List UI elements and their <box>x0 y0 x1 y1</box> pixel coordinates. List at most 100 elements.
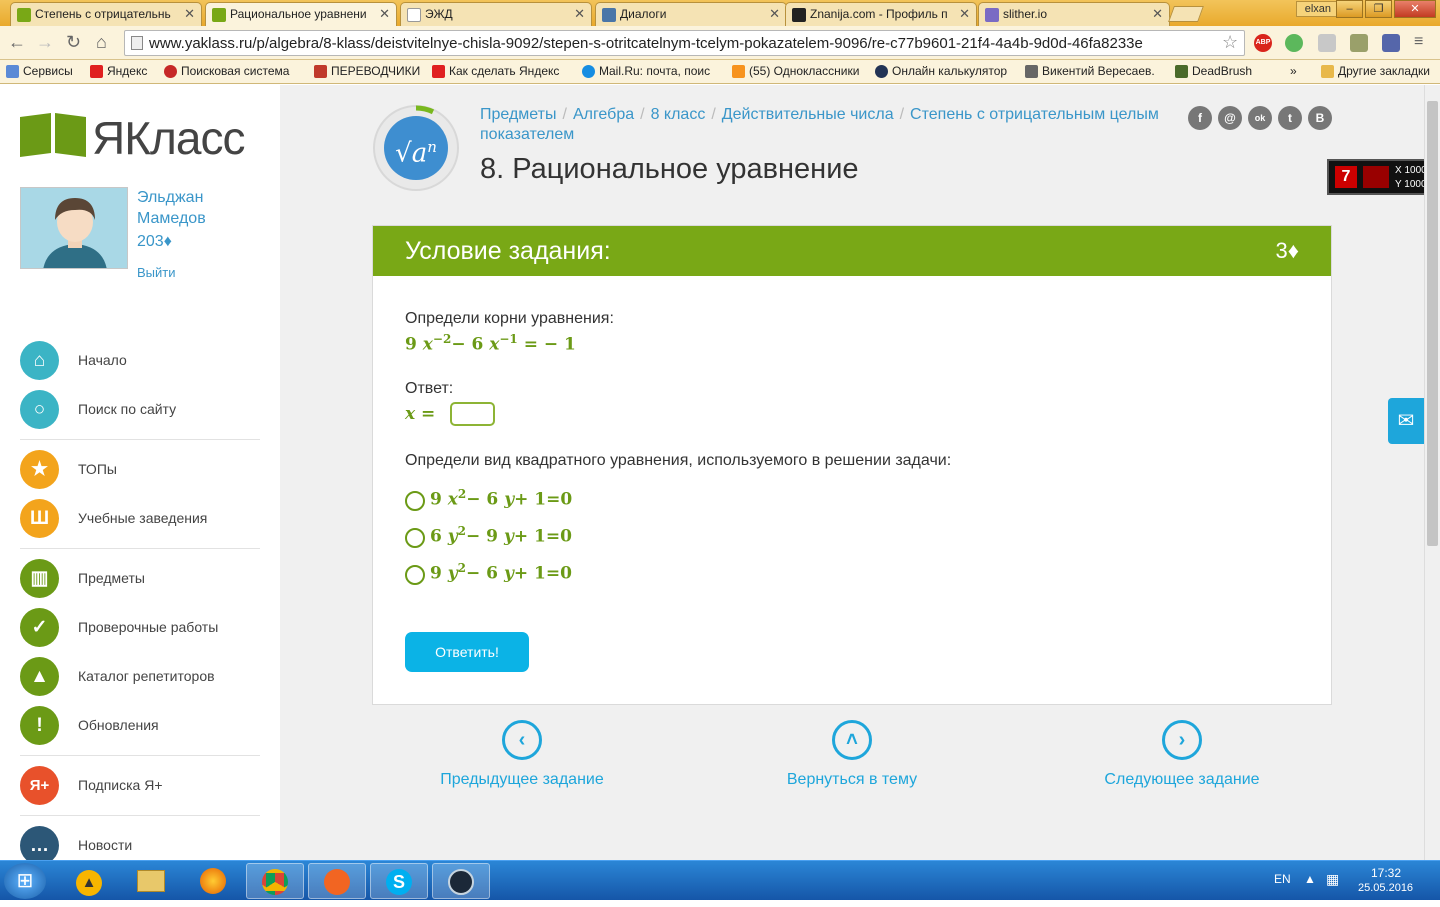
extension-figure-icon[interactable] <box>1350 34 1368 52</box>
other-bookmarks-folder[interactable]: Другие закладки <box>1321 64 1430 78</box>
steam-taskbar-icon[interactable] <box>432 863 490 899</box>
extension-grid-icon[interactable] <box>1318 34 1336 52</box>
file-explorer-taskbar-icon[interactable] <box>122 863 180 899</box>
firefox-taskbar-icon[interactable] <box>184 863 242 899</box>
menu-item-updates[interactable]: ! Обновления <box>20 706 260 746</box>
sidebar: ЯКласс Эльджан Мамедов 203♦ Выйти ⌂ Начало… <box>0 85 280 860</box>
answer-input[interactable] <box>450 402 495 426</box>
maximize-icon[interactable]: ❐ <box>1365 0 1392 18</box>
odnoklassniki-share-icon[interactable]: ok <box>1248 106 1272 130</box>
menu-icon[interactable]: ≡ <box>1414 32 1423 52</box>
skype-taskbar-icon[interactable]: S <box>370 863 428 899</box>
browser-tab[interactable]: ЭЖД ✕ <box>400 2 592 26</box>
more-bookmarks-button[interactable]: » <box>1290 64 1297 78</box>
close-tab-icon[interactable]: ✕ <box>184 6 195 22</box>
chrome-taskbar-icon[interactable] <box>246 863 304 899</box>
new-tab-button[interactable] <box>1168 6 1204 22</box>
yaklass-logo-icon[interactable] <box>20 113 86 157</box>
mailru-share-icon[interactable]: @ <box>1218 106 1242 130</box>
avatar[interactable] <box>20 187 128 269</box>
language-indicator[interactable]: EN <box>1274 872 1291 886</box>
next-task-link[interactable]: › Следующее задание <box>1052 720 1312 789</box>
network-icon[interactable]: ▦ <box>1326 871 1339 888</box>
bookmark-item[interactable]: Как сделать Яндекс <box>432 64 559 78</box>
browser-tab[interactable]: Степень с отрицательнь ✕ <box>10 2 202 26</box>
reload-icon[interactable]: ↻ <box>66 32 81 52</box>
menu-item-tops[interactable]: ★ ТОПы <box>20 450 260 490</box>
menu-item-tests[interactable]: ✓ Проверочные работы <box>20 608 260 648</box>
extension-flag-icon[interactable] <box>1382 34 1400 52</box>
close-tab-icon[interactable]: ✕ <box>1152 6 1163 22</box>
menu-item-subscription[interactable]: Я+ Подписка Я+ <box>20 766 260 806</box>
clock-time[interactable]: 17:32 <box>1371 866 1401 880</box>
option-radio[interactable] <box>405 528 425 548</box>
user-coins: 203♦ <box>137 233 172 250</box>
menu-item-news[interactable]: … Новости <box>20 826 260 860</box>
bookmark-item[interactable]: (55) Одноклассники <box>732 64 859 78</box>
option-radio[interactable] <box>405 491 425 511</box>
start-button-icon[interactable]: ⊞ <box>4 863 46 899</box>
znanija-favicon-icon <box>792 8 806 22</box>
tray-expand-icon[interactable]: ▲ <box>1304 872 1316 886</box>
close-tab-icon[interactable]: ✕ <box>769 6 780 22</box>
logout-link[interactable]: Выйти <box>137 265 176 280</box>
bookmark-item[interactable]: Яндекс <box>90 64 147 78</box>
close-tab-icon[interactable]: ✕ <box>379 6 390 22</box>
bookmark-item[interactable]: Онлайн калькулятор <box>875 64 1007 78</box>
media-player-taskbar-icon[interactable] <box>308 863 366 899</box>
user-name[interactable]: Эльджан Мамедов <box>137 187 206 229</box>
browser-user-label[interactable]: elxan <box>1295 1 1340 17</box>
browser-tab-active[interactable]: Рациональное уравнени ✕ <box>205 2 397 26</box>
browser-tab[interactable]: slither.io ✕ <box>978 2 1170 26</box>
forward-arrow-icon[interactable]: → <box>36 32 54 52</box>
close-tab-icon[interactable]: ✕ <box>959 6 970 22</box>
site-logo-text[interactable]: ЯКласс <box>92 111 245 165</box>
browser-tab[interactable]: Znanija.com - Профиль п ✕ <box>785 2 977 26</box>
address-bar[interactable]: www.yaklass.ru/p/algebra/8-klass/deistvi… <box>124 30 1245 56</box>
bookmark-item[interactable]: ПЕРЕВОДЧИКИ <box>314 64 420 78</box>
avast-taskbar-icon[interactable]: ▲ <box>60 863 118 899</box>
browser-tab[interactable]: Диалоги ✕ <box>595 2 787 26</box>
subscription-icon: Я+ <box>20 766 59 805</box>
menu-divider <box>20 548 260 549</box>
twitter-icon[interactable]: t <box>1278 106 1302 130</box>
adblock-plus-icon[interactable]: ABP <box>1254 34 1272 52</box>
previous-task-link[interactable]: ‹ Предыдущее задание <box>392 720 652 789</box>
option-radio[interactable] <box>405 565 425 585</box>
page-scrollbar[interactable] <box>1424 85 1440 860</box>
breadcrumb-link[interactable]: Алгебра <box>573 106 634 123</box>
scrollbar-thumb[interactable] <box>1427 101 1438 546</box>
window-controls: – ❐ ✕ <box>1336 0 1436 18</box>
bookmark-item[interactable]: DeadBrush <box>1175 64 1252 78</box>
close-tab-icon[interactable]: ✕ <box>574 6 585 22</box>
bookmark-item[interactable]: Викентий Вересаев. <box>1025 64 1155 78</box>
breadcrumb-link[interactable]: Действительные числа <box>722 106 894 123</box>
menu-item-schools[interactable]: Ш Учебные заведения <box>20 499 260 539</box>
bookmark-item[interactable]: Mail.Ru: почта, поис <box>582 64 710 78</box>
facebook-icon[interactable]: f <box>1188 106 1212 130</box>
extension-green-icon[interactable] <box>1285 34 1303 52</box>
feedback-mail-icon[interactable]: ✉ <box>1388 398 1424 444</box>
option-label[interactable]: 9 x2− 6 y+ 1=0 <box>430 487 572 510</box>
breadcrumb-link[interactable]: 8 класс <box>651 106 706 123</box>
bookmark-item[interactable]: Сервисы <box>6 64 73 78</box>
back-to-topic-link[interactable]: ˄ Вернуться в тему <box>722 720 982 789</box>
back-arrow-icon[interactable]: ← <box>8 32 26 52</box>
menu-item-home[interactable]: ⌂ Начало <box>20 341 260 381</box>
menu-item-search[interactable]: ○ Поиск по сайту <box>20 390 260 430</box>
option-label[interactable]: 6 y2− 9 y+ 1=0 <box>430 524 572 547</box>
home-icon[interactable]: ⌂ <box>96 32 107 52</box>
minimize-icon[interactable]: – <box>1336 0 1363 18</box>
bookmark-item[interactable]: Поисковая система <box>164 64 289 78</box>
close-window-icon[interactable]: ✕ <box>1394 0 1436 18</box>
clock-date[interactable]: 25.05.2016 <box>1358 882 1413 894</box>
submit-answer-button[interactable]: Ответить! <box>405 632 529 672</box>
bookmark-star-icon[interactable]: ☆ <box>1222 32 1238 53</box>
menu-item-subjects[interactable]: ▥ Предметы <box>20 559 260 599</box>
yandex-icon <box>432 65 445 78</box>
answer-label: Ответ: <box>405 380 454 397</box>
menu-item-tutors[interactable]: ▲ Каталог репетиторов <box>20 657 260 697</box>
breadcrumb-link[interactable]: Предметы <box>480 106 556 123</box>
vk-share-icon[interactable]: В <box>1308 106 1332 130</box>
option-label[interactable]: 9 y2− 6 y+ 1=0 <box>430 561 572 584</box>
